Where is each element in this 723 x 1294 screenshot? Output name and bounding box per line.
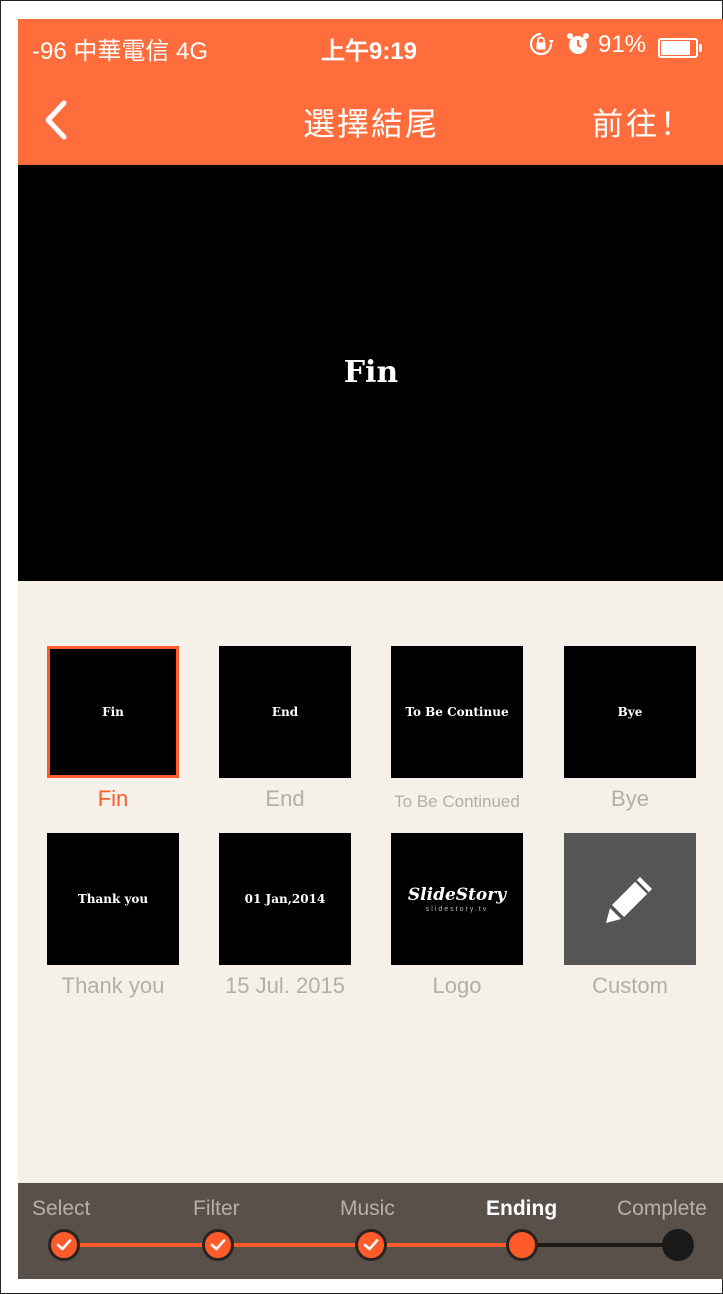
ending-thumbnail: To Be Continue	[391, 646, 523, 778]
ending-thumbnail: Fin	[47, 646, 179, 778]
clock-text: 上午9:19	[321, 38, 418, 65]
battery-fill	[661, 41, 690, 55]
thumbnail-text: Bye	[617, 705, 643, 719]
slidestory-logo: SlideStory slidestory.tv	[408, 885, 506, 913]
checkmark-icon	[56, 1239, 72, 1251]
battery-icon	[658, 38, 698, 58]
thumbnail-text: 01 Jan,2014	[244, 892, 326, 906]
alarm-icon	[566, 31, 590, 64]
ending-thumbnail: Bye	[564, 646, 696, 778]
step-dot-complete	[662, 1229, 694, 1261]
step-dot-select	[48, 1229, 80, 1261]
thumbnail-text: End	[271, 705, 299, 719]
checkmark-icon	[210, 1239, 226, 1251]
ending-option-end[interactable]: End End	[219, 646, 351, 811]
rotation-lock-icon	[528, 31, 554, 64]
logo-text: SlideStory	[407, 885, 507, 905]
battery-cap	[699, 44, 702, 52]
frame: -96 中華電信 4G 上午9:19 91% 選擇結尾 前往！ Fin Fin …	[0, 0, 723, 1294]
ending-thumbnail	[564, 833, 696, 965]
preview-text: Fin	[343, 355, 399, 390]
status-bar: -96 中華電信 4G 上午9:19 91%	[18, 19, 723, 77]
carrier-text: -96 中華電信 4G	[32, 38, 209, 65]
ending-label: Custom	[592, 973, 668, 998]
step-label-ending: Ending	[486, 1197, 558, 1220]
step-label-complete: Complete	[617, 1197, 707, 1220]
battery-percent: 91%	[598, 31, 647, 58]
ending-option-bye[interactable]: Bye Bye	[564, 646, 696, 811]
next-button[interactable]: 前往！	[592, 99, 694, 144]
ending-option-date[interactable]: 01 Jan,2014 15 Jul. 2015	[219, 833, 351, 998]
ending-thumbnail: SlideStory slidestory.tv	[391, 833, 523, 965]
thumbnail-text: Fin	[102, 705, 124, 719]
ending-option-logo[interactable]: SlideStory slidestory.tv Logo	[391, 833, 523, 998]
ending-option-custom[interactable]: Custom	[564, 833, 696, 998]
app-screen: -96 中華電信 4G 上午9:19 91% 選擇結尾 前往！ Fin Fin …	[18, 19, 723, 1279]
step-dot-ending	[506, 1229, 538, 1261]
pencil-icon	[606, 877, 652, 923]
step-label-music: Music	[340, 1197, 395, 1220]
nav-bar: 選擇結尾 前往！	[18, 77, 723, 165]
ending-preview: Fin	[18, 165, 723, 581]
progress-track-remaining	[522, 1243, 678, 1247]
checkmark-icon	[363, 1239, 379, 1251]
ending-label: Bye	[611, 786, 649, 811]
step-label-filter: Filter	[193, 1197, 240, 1220]
step-dot-filter	[202, 1229, 234, 1261]
step-label-select: Select	[32, 1197, 91, 1220]
ending-option-to-be-continued[interactable]: To Be Continue To Be Continued	[391, 646, 523, 811]
ending-option-thank-you[interactable]: Thank you Thank you	[47, 833, 179, 998]
progress-track-done	[64, 1243, 522, 1247]
ending-thumbnail: 01 Jan,2014	[219, 833, 351, 965]
ending-option-fin[interactable]: Fin Fin	[47, 646, 179, 811]
ending-thumbnail: End	[219, 646, 351, 778]
step-dot-music	[355, 1229, 387, 1261]
thumbnail-text: To Be Continue	[405, 705, 509, 719]
logo-subtext: slidestory.tv	[425, 906, 489, 913]
ending-thumbnail: Thank you	[47, 833, 179, 965]
step-progress-bar: Select Filter Music Ending Complete	[18, 1183, 723, 1279]
thumbnail-text: Thank you	[77, 892, 149, 906]
